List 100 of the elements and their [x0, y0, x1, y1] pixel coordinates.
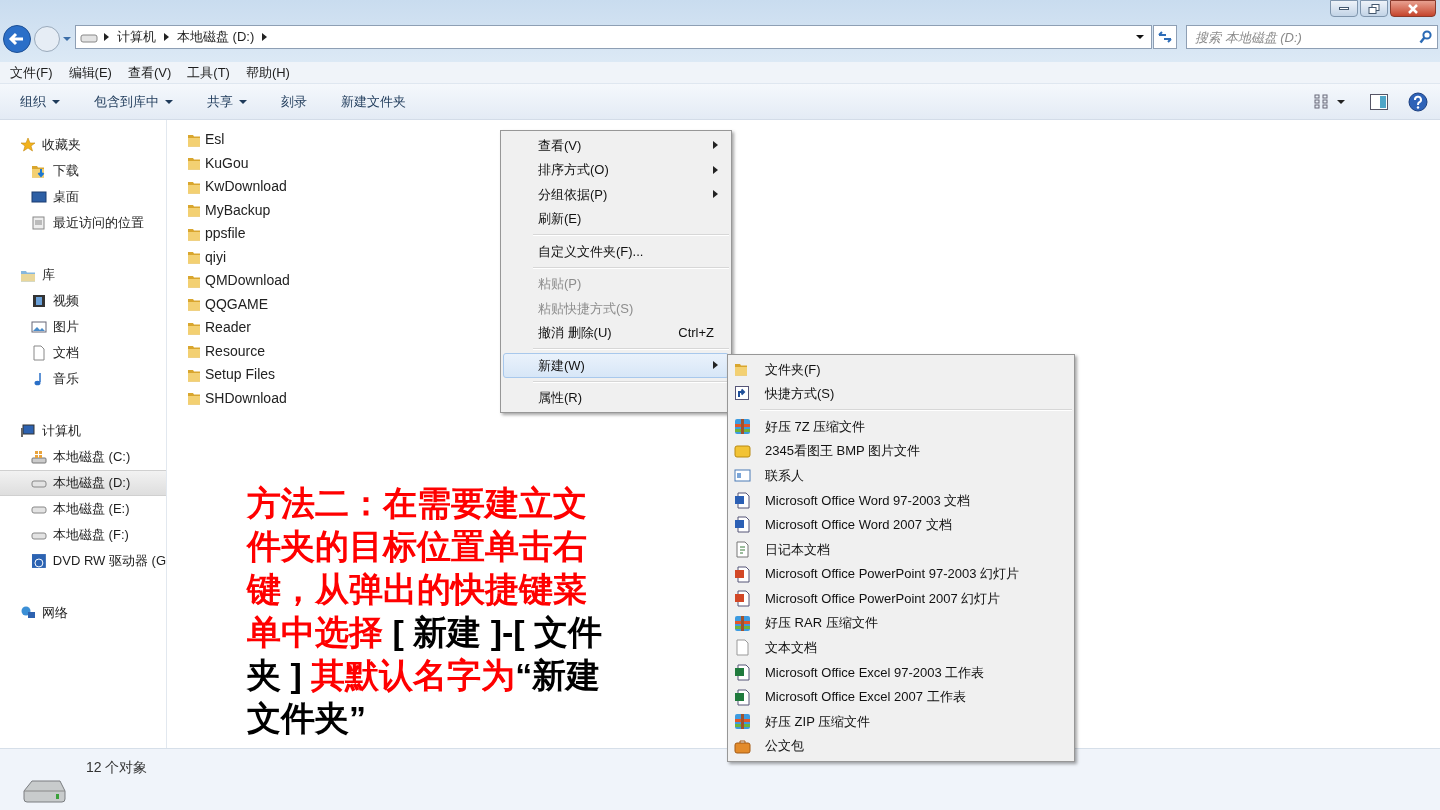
menu-item[interactable]: 属性(R): [503, 385, 729, 410]
menu-item[interactable]: 文本文档: [730, 635, 1072, 661]
address-dropdown-icon[interactable]: [1135, 33, 1145, 41]
folder-item[interactable]: qiyi: [187, 245, 290, 269]
view-dropdown-icon[interactable]: [1336, 97, 1346, 106]
menu-item[interactable]: 文件(F): [10, 62, 53, 83]
menu-item[interactable]: 联系人: [730, 463, 1072, 488]
search-icon[interactable]: [1419, 30, 1432, 44]
folder-item[interactable]: Reader: [187, 316, 290, 340]
nav-item[interactable]: 视频: [0, 288, 166, 314]
nav-item[interactable]: 网络: [0, 600, 166, 626]
menu-item[interactable]: Microsoft Office Excel 97-2003 工作表: [730, 660, 1072, 685]
menu-item[interactable]: 撤消 删除(U) Ctrl+Z: [503, 320, 729, 345]
toolbar-button[interactable]: 包含到库中: [86, 91, 181, 112]
menu-item[interactable]: 日记本文档: [730, 537, 1072, 562]
menu-item[interactable]: 编辑(E): [68, 62, 112, 83]
menu-item[interactable]: 自定义文件夹(F)...: [503, 239, 729, 264]
nav-item[interactable]: 收藏夹: [0, 132, 166, 158]
breadcrumb[interactable]: 计算机: [117, 27, 156, 47]
caret-icon: [239, 98, 247, 105]
document-icon: [31, 215, 47, 231]
history-dropdown-icon[interactable]: [62, 35, 72, 43]
contact-card-icon: [734, 467, 751, 485]
monitor-icon: [31, 189, 47, 205]
annotation-text: 方法二：在需要建立文件夹的目标位置单击右键，从弹出的快捷键菜单中选择 [ 新建 ]-[ 文件夹 ] 其默认名字为“新建文件夹”: [247, 483, 604, 739]
menu-item[interactable]: 排序方式(O): [503, 157, 729, 182]
menu-item[interactable]: Microsoft Office PowerPoint 2007 幻灯片: [730, 586, 1072, 611]
computer-icon: [20, 423, 36, 439]
folder-item[interactable]: QQGAME: [187, 292, 290, 316]
folder-item[interactable]: Esl: [187, 128, 290, 152]
help-icon[interactable]: [1408, 91, 1428, 112]
minimize-button[interactable]: [1330, 0, 1358, 17]
nav-item[interactable]: 库: [0, 262, 166, 288]
toolbar-button[interactable]: 组织: [12, 91, 68, 112]
folder-icon: [187, 155, 201, 172]
folder-icon: [187, 249, 201, 266]
menu-item[interactable]: 好压 7Z 压缩文件: [730, 414, 1072, 439]
restore-icon: [1368, 3, 1380, 14]
folder-item[interactable]: ppsfile: [187, 222, 290, 246]
menu-item[interactable]: 工具(T): [187, 62, 230, 83]
folder-item[interactable]: MyBackup: [187, 198, 290, 222]
nav-item[interactable]: 本地磁盘 (F:): [0, 522, 166, 548]
folder-icon: [187, 390, 201, 407]
view-options-icon[interactable]: [1314, 93, 1330, 110]
breadcrumb[interactable]: 本地磁盘 (D:): [177, 27, 255, 47]
menu-item[interactable]: Microsoft Office Word 97-2003 文档: [730, 487, 1072, 513]
drive-icon: [31, 449, 47, 465]
menu-item[interactable]: 刷新(E): [503, 206, 729, 231]
menu-item[interactable]: 好压 ZIP 压缩文件: [730, 709, 1072, 734]
restore-button[interactable]: [1360, 0, 1388, 17]
menu-item: 粘贴快捷方式(S): [537, 299, 635, 318]
folder-item[interactable]: KuGou: [187, 151, 290, 175]
nav-item[interactable]: 计算机: [0, 418, 166, 444]
menu-item[interactable]: Microsoft Office Excel 2007 工作表: [730, 684, 1072, 710]
menu-item[interactable]: 公文包: [730, 733, 1072, 759]
menu-item[interactable]: 分组依据(P): [503, 182, 729, 207]
address-bar[interactable]: 计算机 本地磁盘 (D:): [75, 25, 1152, 49]
menu-item[interactable]: 查看(V): [503, 133, 729, 158]
preview-pane-icon[interactable]: [1370, 93, 1388, 110]
menu-item[interactable]: 文件夹(F): [730, 357, 1072, 382]
film-icon: [31, 293, 47, 309]
nav-item[interactable]: 下载: [0, 158, 166, 184]
menu-item[interactable]: 好压 RAR 压缩文件: [730, 610, 1072, 636]
folder-item[interactable]: Setup Files: [187, 363, 290, 387]
disc-drive-icon: [31, 553, 47, 569]
submenu-arrow-icon: [713, 165, 718, 174]
close-button[interactable]: [1390, 0, 1436, 17]
nav-item[interactable]: 本地磁盘 (D:): [0, 470, 166, 496]
back-button[interactable]: [2, 24, 32, 54]
folder-item[interactable]: SHDownload: [187, 386, 290, 410]
menu-item[interactable]: 查看(V): [127, 62, 172, 83]
nav-item[interactable]: 图片: [0, 314, 166, 340]
toolbar-button[interactable]: 新建文件夹: [333, 91, 414, 112]
folder-item[interactable]: Resource: [187, 339, 290, 363]
word-document-icon: [734, 491, 751, 509]
menu-item[interactable]: 帮助(H): [245, 62, 290, 83]
menu-item[interactable]: 新建(W): [503, 353, 729, 378]
menu-item[interactable]: 2345看图王 BMP 图片文件: [730, 438, 1072, 464]
nav-item[interactable]: 音乐: [0, 366, 166, 392]
menu-item[interactable]: 快捷方式(S): [730, 381, 1072, 407]
folder-item[interactable]: QMDownload: [187, 269, 290, 293]
nav-item[interactable]: 本地磁盘 (E:): [0, 496, 166, 522]
folder-item[interactable]: KwDownload: [187, 175, 290, 199]
menu-item[interactable]: Microsoft Office Word 2007 文档: [730, 512, 1072, 538]
star-icon: [20, 137, 36, 153]
nav-item[interactable]: DVD RW 驱动器 (G: [0, 548, 166, 574]
image-file-icon: [734, 442, 751, 460]
breadcrumb-arrow-icon: [104, 33, 109, 41]
nav-item[interactable]: 文档: [0, 340, 166, 366]
toolbar-button[interactable]: 刻录: [273, 91, 315, 112]
slides-document-icon: [734, 590, 751, 608]
slides-document-icon: [734, 565, 751, 583]
nav-item[interactable]: 最近访问的位置: [0, 210, 166, 236]
menu-item[interactable]: Microsoft Office PowerPoint 97-2003 幻灯片: [730, 561, 1072, 587]
refresh-button[interactable]: [1153, 25, 1177, 49]
breadcrumb-arrow-icon: [262, 33, 268, 41]
search-field[interactable]: 搜索 本地磁盘 (D:): [1186, 25, 1438, 49]
nav-item[interactable]: 桌面: [0, 184, 166, 210]
nav-item[interactable]: 本地磁盘 (C:): [0, 444, 166, 470]
toolbar-button[interactable]: 共享: [199, 91, 255, 112]
